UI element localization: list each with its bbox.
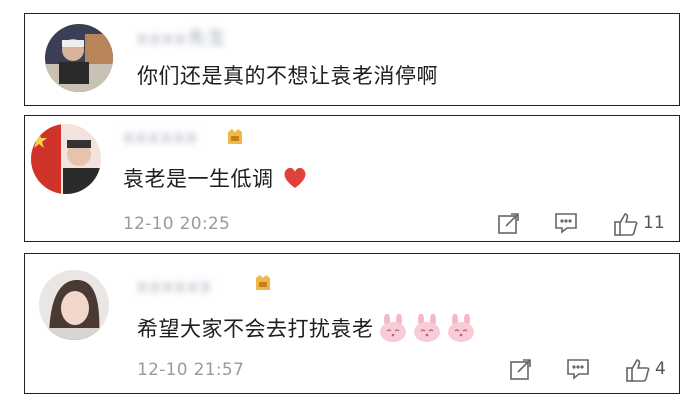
comment-card: xxxxxx 袁老是一生低调 12-10 20:25 11 [24, 115, 680, 242]
vip-badge-icon [253, 274, 273, 292]
avatar[interactable] [39, 270, 109, 340]
comment-text: 希望大家不会去打扰袁老 [137, 312, 476, 347]
avatar[interactable] [45, 24, 113, 92]
comment-icon[interactable] [566, 357, 590, 385]
avatar[interactable] [31, 124, 101, 194]
heart-icon [282, 166, 308, 195]
comment-icon[interactable] [554, 211, 578, 239]
thumbs-up-icon[interactable] [625, 357, 651, 387]
bunny-icon [378, 312, 408, 347]
comment-card: xxxx先生 你们还是真的不想让袁老消停啊 [24, 13, 680, 106]
vip-badge-icon [225, 128, 245, 146]
comment-text: 你们还是真的不想让袁老消停啊 [137, 64, 438, 88]
timestamp: 12-10 20:25 [123, 214, 231, 234]
bunny-icon [412, 312, 442, 347]
like-count: 11 [643, 213, 665, 233]
comment-card: xxxxxx 希望大家不会去打扰袁老 12-10 21:57 4 [24, 253, 680, 394]
comment-text-label: 希望大家不会去打扰袁老 [137, 317, 374, 341]
username[interactable]: xxxxxx [137, 276, 247, 297]
username[interactable]: xxxxxx [123, 127, 213, 148]
like-count: 4 [655, 359, 666, 379]
share-icon[interactable] [509, 357, 533, 385]
comment-text-label: 袁老是一生低调 [123, 167, 274, 191]
timestamp: 12-10 21:57 [137, 360, 245, 380]
comment-text: 袁老是一生低调 [123, 163, 308, 195]
bunny-icon [446, 312, 476, 347]
share-icon[interactable] [497, 211, 521, 239]
username[interactable]: xxxx先生 [137, 24, 247, 49]
thumbs-up-icon[interactable] [613, 211, 639, 241]
